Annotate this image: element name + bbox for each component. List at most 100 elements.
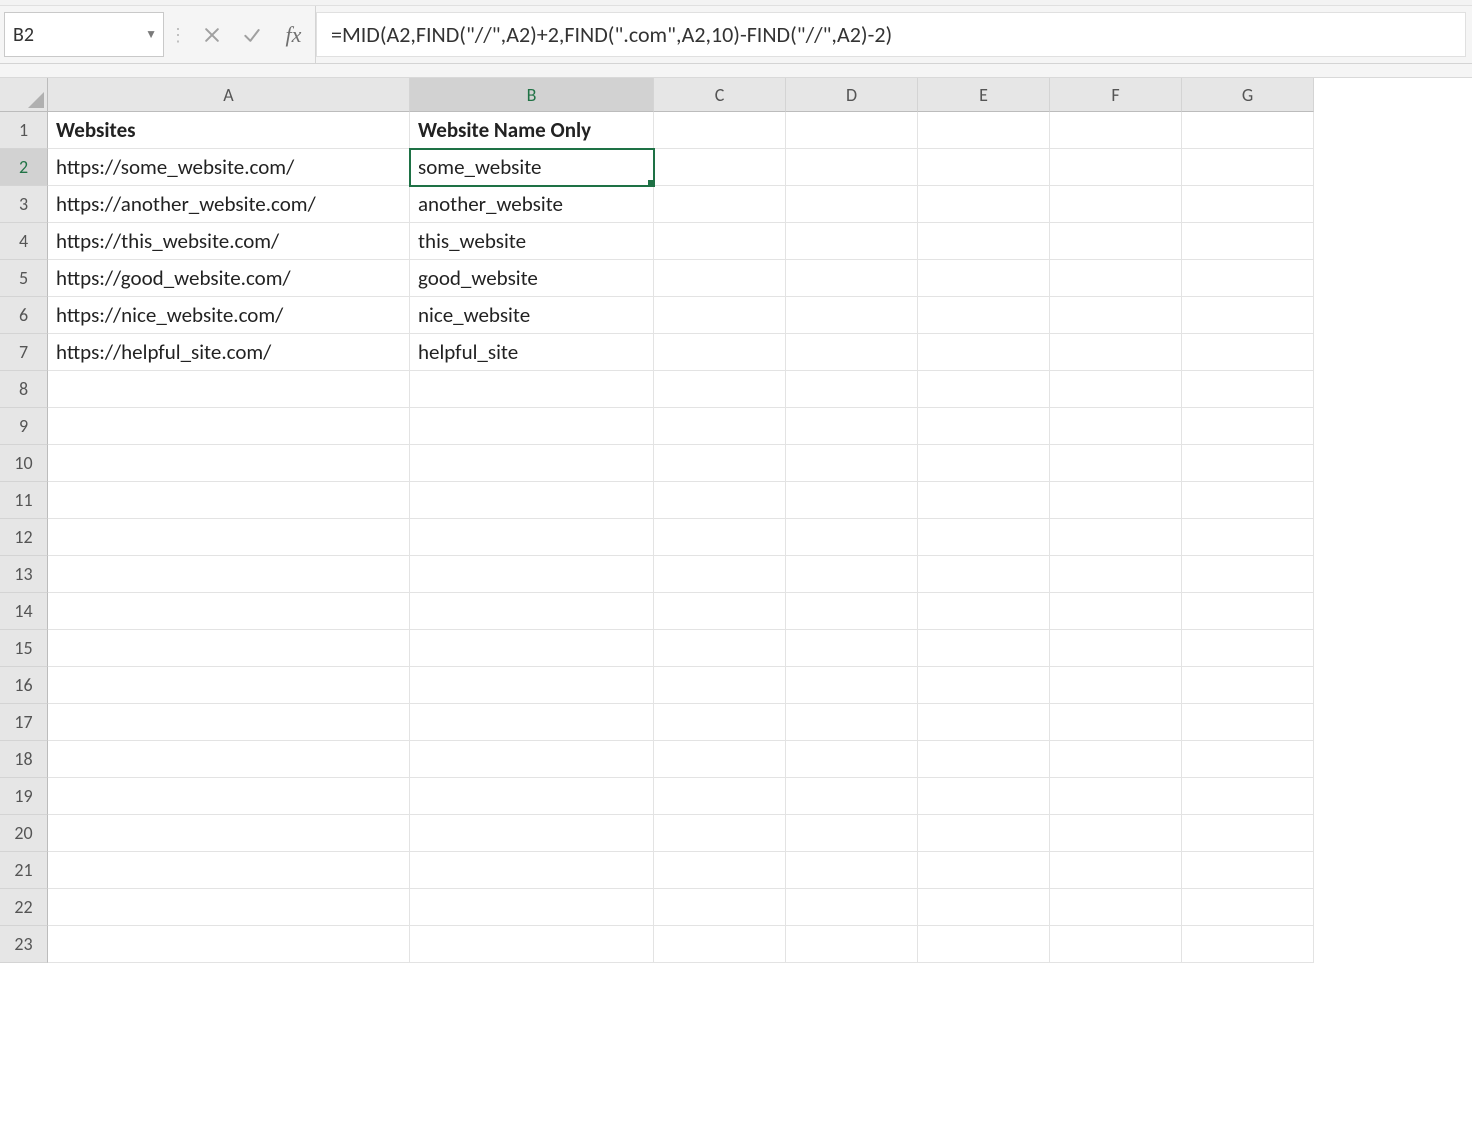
cell-D6[interactable] (786, 297, 918, 334)
cell-E9[interactable] (918, 408, 1050, 445)
cell-E22[interactable] (918, 889, 1050, 926)
cell-B14[interactable] (410, 593, 654, 630)
cell-G8[interactable] (1182, 371, 1314, 408)
cell-B8[interactable] (410, 371, 654, 408)
cell-B10[interactable] (410, 445, 654, 482)
cell-G19[interactable] (1182, 778, 1314, 815)
cell-E2[interactable] (918, 149, 1050, 186)
cell-B13[interactable] (410, 556, 654, 593)
row-header-15[interactable]: 15 (0, 630, 48, 667)
cell-A10[interactable] (48, 445, 410, 482)
cell-E14[interactable] (918, 593, 1050, 630)
cell-F21[interactable] (1050, 852, 1182, 889)
cell-A3[interactable]: https://another_website.com/ (48, 186, 410, 223)
cell-G4[interactable] (1182, 223, 1314, 260)
cells-area[interactable]: WebsitesWebsite Name Onlyhttps://some_we… (48, 112, 1472, 963)
cell-C7[interactable] (654, 334, 786, 371)
cell-E8[interactable] (918, 371, 1050, 408)
cell-A22[interactable] (48, 889, 410, 926)
cell-D16[interactable] (786, 667, 918, 704)
cell-E16[interactable] (918, 667, 1050, 704)
cell-C2[interactable] (654, 149, 786, 186)
cell-E1[interactable] (918, 112, 1050, 149)
cell-G15[interactable] (1182, 630, 1314, 667)
cell-A5[interactable]: https://good_website.com/ (48, 260, 410, 297)
row-header-14[interactable]: 14 (0, 593, 48, 630)
row-header-17[interactable]: 17 (0, 704, 48, 741)
cell-C17[interactable] (654, 704, 786, 741)
cell-D2[interactable] (786, 149, 918, 186)
cell-D12[interactable] (786, 519, 918, 556)
cell-C19[interactable] (654, 778, 786, 815)
cell-F14[interactable] (1050, 593, 1182, 630)
cell-D21[interactable] (786, 852, 918, 889)
cell-F1[interactable] (1050, 112, 1182, 149)
cell-A8[interactable] (48, 371, 410, 408)
cell-C12[interactable] (654, 519, 786, 556)
cell-F16[interactable] (1050, 667, 1182, 704)
cell-F3[interactable] (1050, 186, 1182, 223)
cell-E4[interactable] (918, 223, 1050, 260)
cell-E13[interactable] (918, 556, 1050, 593)
cell-E7[interactable] (918, 334, 1050, 371)
cell-D8[interactable] (786, 371, 918, 408)
cell-F15[interactable] (1050, 630, 1182, 667)
row-header-8[interactable]: 8 (0, 371, 48, 408)
cell-E12[interactable] (918, 519, 1050, 556)
cell-C16[interactable] (654, 667, 786, 704)
cell-E18[interactable] (918, 741, 1050, 778)
cell-B4[interactable]: this_website (410, 223, 654, 260)
cell-F7[interactable] (1050, 334, 1182, 371)
column-header-B[interactable]: B (410, 78, 654, 112)
cell-F9[interactable] (1050, 408, 1182, 445)
cell-F12[interactable] (1050, 519, 1182, 556)
cell-C4[interactable] (654, 223, 786, 260)
cell-E15[interactable] (918, 630, 1050, 667)
row-header-2[interactable]: 2 (0, 149, 48, 186)
cell-F19[interactable] (1050, 778, 1182, 815)
cell-G1[interactable] (1182, 112, 1314, 149)
row-header-18[interactable]: 18 (0, 741, 48, 778)
cell-G23[interactable] (1182, 926, 1314, 963)
enter-button[interactable] (232, 6, 272, 63)
cell-D14[interactable] (786, 593, 918, 630)
cell-E23[interactable] (918, 926, 1050, 963)
cell-C3[interactable] (654, 186, 786, 223)
row-header-10[interactable]: 10 (0, 445, 48, 482)
cell-E6[interactable] (918, 297, 1050, 334)
cell-C15[interactable] (654, 630, 786, 667)
cell-D18[interactable] (786, 741, 918, 778)
column-header-F[interactable]: F (1050, 78, 1182, 112)
row-header-3[interactable]: 3 (0, 186, 48, 223)
cell-E19[interactable] (918, 778, 1050, 815)
cell-A11[interactable] (48, 482, 410, 519)
cell-B16[interactable] (410, 667, 654, 704)
select-all-corner[interactable] (0, 78, 48, 112)
cell-C14[interactable] (654, 593, 786, 630)
column-header-E[interactable]: E (918, 78, 1050, 112)
cell-D15[interactable] (786, 630, 918, 667)
cell-F2[interactable] (1050, 149, 1182, 186)
cell-G7[interactable] (1182, 334, 1314, 371)
cell-B5[interactable]: good_website (410, 260, 654, 297)
cell-B2[interactable]: some_website (410, 149, 654, 186)
cell-B20[interactable] (410, 815, 654, 852)
row-header-23[interactable]: 23 (0, 926, 48, 963)
cell-C20[interactable] (654, 815, 786, 852)
cell-A18[interactable] (48, 741, 410, 778)
cell-E10[interactable] (918, 445, 1050, 482)
cell-A20[interactable] (48, 815, 410, 852)
cell-D10[interactable] (786, 445, 918, 482)
cell-A15[interactable] (48, 630, 410, 667)
cell-D19[interactable] (786, 778, 918, 815)
cell-F13[interactable] (1050, 556, 1182, 593)
cell-A4[interactable]: https://this_website.com/ (48, 223, 410, 260)
cell-F18[interactable] (1050, 741, 1182, 778)
cell-D1[interactable] (786, 112, 918, 149)
row-header-20[interactable]: 20 (0, 815, 48, 852)
cell-F6[interactable] (1050, 297, 1182, 334)
cell-F23[interactable] (1050, 926, 1182, 963)
cell-B17[interactable] (410, 704, 654, 741)
cell-A2[interactable]: https://some_website.com/ (48, 149, 410, 186)
cell-B11[interactable] (410, 482, 654, 519)
